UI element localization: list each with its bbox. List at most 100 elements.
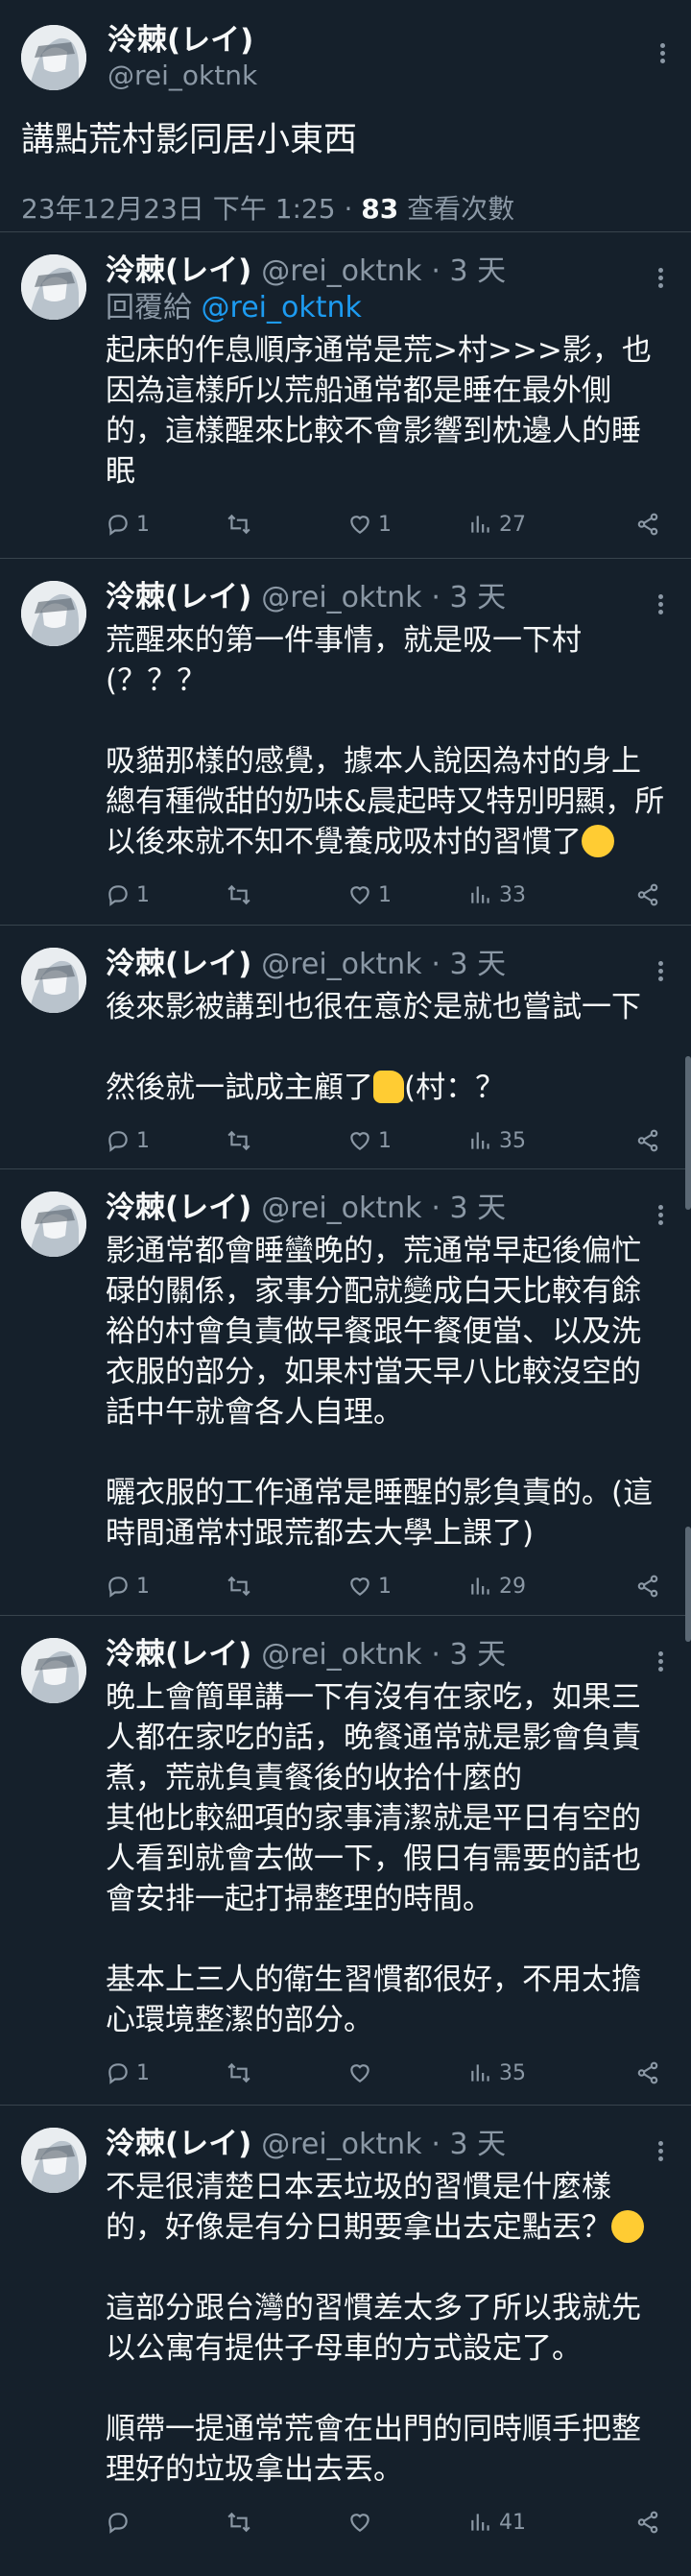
share-icon [637,2061,658,2084]
share-icon [637,1575,658,1598]
retweet-icon [227,2062,250,2083]
author-name[interactable]: 泠棘(レイ) [106,580,251,614]
share-button[interactable] [635,2510,660,2535]
retweet-button[interactable] [226,1574,347,1599]
retweet-button[interactable] [226,882,347,907]
scrollbar-thumb[interactable] [685,1056,691,1210]
tweet-text: 起床的作息順序通常是荒>村>>>影，也因為這樣所以荒船通常都是睡在最外側的，這樣… [106,333,652,489]
like-button[interactable]: 1 [347,882,468,907]
retweet-button[interactable] [226,2060,347,2085]
retweet-button[interactable] [226,512,347,537]
author-name[interactable]: 泠棘(レイ) [106,1637,251,1672]
views-button[interactable]: 41 [468,2510,589,2535]
like-button[interactable] [347,2060,468,2085]
avatar[interactable] [21,254,86,320]
post-time[interactable]: · 3 天 [431,1192,506,1225]
author-handle[interactable]: @rei_oktnk [261,1192,421,1225]
author-name[interactable]: 泠棘(レイ) [106,253,251,288]
reply-to: 回覆給 @rei_oktnk [106,291,362,325]
reply-button[interactable]: 1 [106,2060,226,2085]
author-handle[interactable]: @rei_oktnk [261,254,421,288]
analytics-icon [471,2064,489,2082]
post-time[interactable]: · 3 天 [431,1638,506,1672]
author-handle[interactable]: @rei_oktnk [261,1638,421,1672]
reply-to-link[interactable]: @rei_oktnk [202,291,362,325]
like-button[interactable] [347,2510,468,2535]
views-button[interactable]: 35 [468,1128,589,1153]
more-icon[interactable] [656,1649,664,1674]
retweet-button[interactable] [226,2510,347,2535]
reply-tweet[interactable]: 泠棘(レイ) @rei_oktnk · 3 天 荒醒來的第一件事情，就是吸一下村… [0,559,691,926]
avatar[interactable] [21,2128,86,2193]
author-name[interactable]: 泠棘(レイ) [106,947,251,981]
action-bar: 1 1 27 [106,495,670,553]
views-button[interactable]: 33 [468,882,589,907]
reply-button[interactable]: 1 [106,512,226,537]
author-handle[interactable]: @rei_oktnk [261,581,421,614]
heart-icon [350,886,369,904]
reply-tweet[interactable]: 泠棘(レイ) @rei_oktnk · 3 天 後來影被講到也很在意於是就也嘗試… [0,926,691,1169]
share-button[interactable] [635,1128,660,1153]
reply-icon [108,515,128,536]
avatar[interactable] [21,1192,86,1257]
more-icon[interactable] [656,2138,664,2164]
post-time[interactable]: · 3 天 [431,2128,506,2161]
reply-tweet[interactable]: 泠棘(レイ) @rei_oktnk · 3 天 不是很清楚日本丟垃圾的習慣是什麼… [0,2106,691,2576]
like-button[interactable]: 1 [347,1574,468,1599]
author-handle[interactable]: @rei_oktnk [261,2128,421,2161]
more-icon[interactable] [656,591,664,617]
share-button[interactable] [635,1574,660,1599]
author-name[interactable]: 泠棘(レイ) [106,2127,251,2161]
retweet-icon [227,1576,250,1597]
heart-icon [350,1577,369,1596]
reply-tweet[interactable]: 泠棘(レイ) @rei_oktnk · 3 天 影通常都會睡蠻晚的，荒通常早起後… [0,1169,691,1616]
share-button[interactable] [635,882,660,907]
reply-icon [108,1131,128,1152]
action-bar: 1 35 [106,2044,670,2102]
post-time[interactable]: · 3 天 [431,254,506,288]
share-button[interactable] [635,2060,660,2085]
retweet-button[interactable] [226,1128,347,1153]
post-time[interactable]: · 3 天 [431,948,506,981]
share-icon [637,2511,658,2534]
tweet-meta: 23年12月23日 下午 1:25 · 83 查看次數 [21,193,515,225]
reply-tweet[interactable]: 泠棘(レイ) @rei_oktnk · 3 天 回覆給 @rei_oktnk 起… [0,232,691,559]
share-button[interactable] [635,512,660,537]
reply-icon [108,1577,128,1598]
scrollbar-thumb-lower[interactable] [685,1527,691,1642]
reply-button[interactable]: 1 [106,1574,226,1599]
post-time[interactable]: · 3 天 [431,581,506,614]
analytics-icon [471,1577,489,1595]
tweet-text: 講點荒村影同居小東西 [21,121,358,159]
like-button[interactable]: 1 [347,1128,468,1153]
views-button[interactable]: 35 [468,2060,589,2085]
action-bar: 1 1 33 [106,866,670,924]
author-name[interactable]: 泠棘(レイ) [107,22,257,59]
avatar[interactable] [21,25,86,90]
author-name[interactable]: 泠棘(レイ) [106,1191,251,1225]
timestamp[interactable]: 23年12月23日 下午 1:25 [21,193,336,225]
author-handle[interactable]: @rei_oktnk [261,948,421,981]
reply-tweet[interactable]: 泠棘(レイ) @rei_oktnk · 3 天 晚上會簡單講一下有沒有在家吃，如… [0,1616,691,2106]
views-button[interactable]: 29 [468,1574,589,1599]
avatar[interactable] [21,581,86,646]
more-icon[interactable] [656,958,664,984]
thinking-emoji-icon [611,2210,644,2243]
retweet-icon [227,2512,250,2533]
tweet-text: 影通常都會睡蠻晚的，荒通常早起後偏忙碌的關係，家事分配就變成白天比較有餘裕的村會… [106,1234,654,1551]
action-bar: 1 1 35 [106,1112,670,1169]
heart-icon [350,2064,369,2082]
reply-button[interactable]: 1 [106,1128,226,1153]
avatar[interactable] [21,948,86,1013]
reply-button[interactable]: 1 [106,882,226,907]
views-button[interactable]: 27 [468,512,589,537]
avatar[interactable] [21,1638,86,1703]
like-button[interactable]: 1 [347,512,468,537]
more-icon[interactable] [656,1202,664,1228]
more-icon[interactable] [658,40,666,66]
heart-icon [350,2514,369,2532]
author-handle[interactable]: @rei_oktnk [107,59,257,93]
reply-button[interactable] [106,2510,226,2535]
more-icon[interactable] [656,265,664,291]
tweet-text: 不是很清楚日本丟垃圾的習慣是什麼樣的，好像是有分日期要拿出去定點丟？ [106,2170,611,2245]
